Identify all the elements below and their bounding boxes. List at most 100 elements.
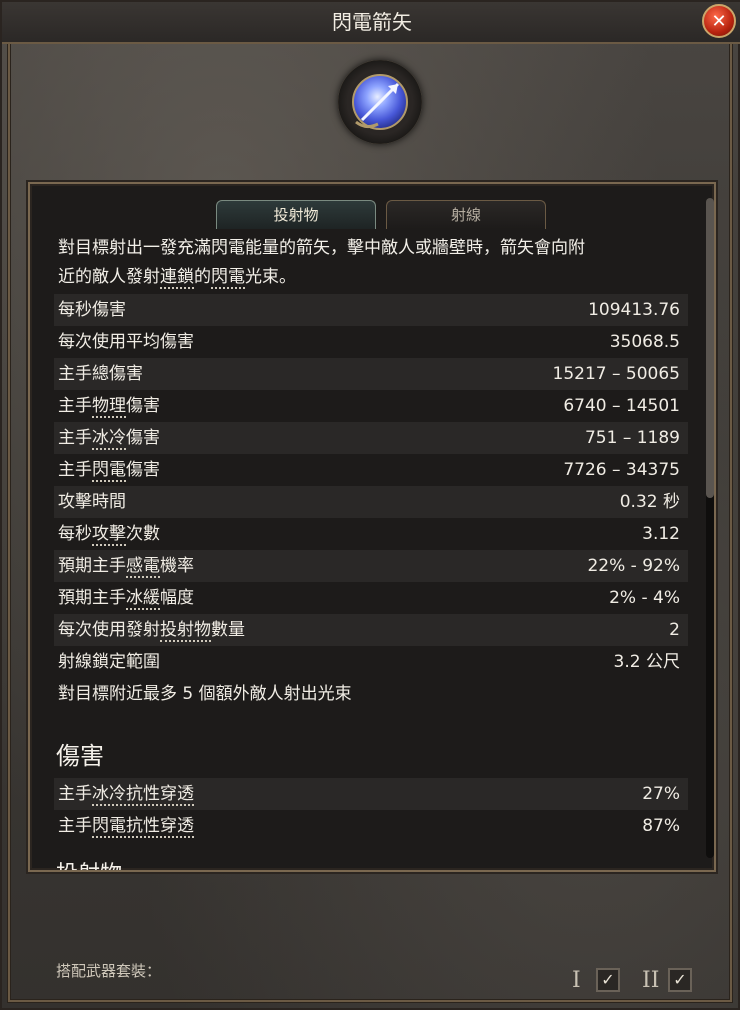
stat-label: 主手總傷害 bbox=[58, 364, 143, 384]
section-title-projectile: 投射物 bbox=[56, 856, 122, 870]
stat-label: 主手物理傷害 bbox=[58, 390, 160, 422]
window-title: 閃電箭矢 bbox=[332, 10, 412, 34]
stat-row: 攻擊時間 0.32 秒 bbox=[54, 486, 688, 518]
stat-label-text: 傷害 bbox=[126, 460, 160, 480]
stat-label: 射線鎖定範圍 bbox=[58, 652, 160, 672]
keyword-shock[interactable]: 感電 bbox=[126, 556, 160, 578]
stat-label-text: 主手 bbox=[58, 428, 92, 448]
keyword-lightning-penetration[interactable]: 閃電抗性穿透 bbox=[92, 816, 194, 838]
stat-row: 每秒攻擊次數 3.12 bbox=[54, 518, 688, 550]
stat-label: 主手閃電抗性穿透 bbox=[58, 810, 194, 842]
stat-row: 主手閃電傷害 7726 – 34375 bbox=[54, 454, 688, 486]
stat-row: 射線鎖定範圍 3.2 公尺 bbox=[54, 646, 688, 678]
stat-label: 主手冰冷傷害 bbox=[58, 422, 160, 454]
stat-row: 預期主手冰緩幅度 2% - 4% bbox=[54, 582, 688, 614]
skill-description: 對目標射出一發充滿閃電能量的箭矢，擊中敵人或牆壁時，箭矢會向附 近的敵人發射連鎖… bbox=[58, 234, 698, 292]
weapon-set-1-checkbox[interactable]: ✓ bbox=[596, 968, 620, 992]
stat-label: 每次使用平均傷害 bbox=[58, 332, 194, 352]
title-bar: 閃電箭矢 ✕ bbox=[2, 2, 740, 44]
stat-value: 27% bbox=[642, 784, 680, 804]
damage-list: 主手冰冷抗性穿透 27% 主手閃電抗性穿透 87% bbox=[54, 778, 688, 842]
stats-list: 每秒傷害 109413.76 每次使用平均傷害 35068.5 主手總傷害 15217… bbox=[54, 294, 688, 710]
keyword-lightning[interactable]: 閃電 bbox=[211, 267, 245, 289]
stat-label-text: 次數 bbox=[126, 524, 160, 544]
stat-label-text: 預期主手 bbox=[58, 588, 126, 608]
section-title-damage: 傷害 bbox=[56, 742, 104, 770]
stat-label-text: 數量 bbox=[211, 620, 245, 640]
close-icon: ✕ bbox=[711, 10, 727, 32]
stat-row: 每次使用發射投射物數量 2 bbox=[54, 614, 688, 646]
description-line-2: 近的敵人發射連鎖的閃電光束。 bbox=[58, 263, 698, 292]
stat-value: 35068.5 bbox=[609, 332, 680, 352]
stat-label-text: 主手 bbox=[58, 396, 92, 416]
stat-row: 主手物理傷害 6740 – 14501 bbox=[54, 390, 688, 422]
stat-label: 主手閃電傷害 bbox=[58, 454, 160, 486]
scrollbar[interactable] bbox=[706, 198, 714, 858]
tab-projectile[interactable]: 投射物 bbox=[216, 200, 376, 229]
keyword-attack[interactable]: 攻擊 bbox=[92, 524, 126, 546]
stat-label: 每秒傷害 bbox=[58, 300, 126, 320]
stat-value: 3.2 公尺 bbox=[613, 652, 680, 672]
weapon-set-2-label: II bbox=[642, 968, 660, 993]
stat-label-text: 傷害 bbox=[126, 428, 160, 448]
stat-row: 對目標附近最多 5 個額外敵人射出光束 bbox=[54, 678, 688, 710]
skill-window: 閃電箭矢 ✕ 投射物 射線 對目標射出一發充滿閃電能量的箭矢，擊中敵人或牆壁時，… bbox=[0, 0, 740, 1010]
keyword-physical[interactable]: 物理 bbox=[92, 396, 126, 418]
stat-row: 主手冰冷抗性穿透 27% bbox=[54, 778, 688, 810]
stat-value: 2 bbox=[669, 620, 680, 640]
keyword-projectile[interactable]: 投射物 bbox=[160, 620, 211, 642]
tab-beam[interactable]: 射線 bbox=[386, 200, 546, 229]
keyword-cold-penetration[interactable]: 冰冷抗性穿透 bbox=[92, 784, 194, 806]
stat-label: 預期主手感電機率 bbox=[58, 550, 194, 582]
stat-label-text: 預期主手 bbox=[58, 556, 126, 576]
stat-label: 預期主手冰緩幅度 bbox=[58, 582, 194, 614]
stat-value: 15217 – 50065 bbox=[552, 364, 680, 384]
stat-label-text: 傷害 bbox=[126, 396, 160, 416]
stat-label: 對目標附近最多 5 個額外敵人射出光束 bbox=[58, 684, 352, 704]
description-text: 近的敵人發射 bbox=[58, 267, 160, 287]
stat-label: 每秒攻擊次數 bbox=[58, 518, 160, 550]
stat-label-text: 主手 bbox=[58, 784, 92, 804]
keyword-lightning[interactable]: 閃電 bbox=[92, 460, 126, 482]
scroll-thumb[interactable] bbox=[706, 198, 714, 498]
weapon-set-1-label: I bbox=[572, 968, 581, 993]
weapon-set-2-checkbox[interactable]: ✓ bbox=[668, 968, 692, 992]
stat-value: 87% bbox=[642, 816, 680, 836]
stat-value: 2% - 4% bbox=[609, 588, 680, 608]
keyword-cold[interactable]: 冰冷 bbox=[92, 428, 126, 450]
stat-row: 主手總傷害 15217 – 50065 bbox=[54, 358, 688, 390]
stat-row: 主手閃電抗性穿透 87% bbox=[54, 810, 688, 842]
keyword-chain[interactable]: 連鎖 bbox=[160, 267, 194, 289]
stat-label-text: 每秒 bbox=[58, 524, 92, 544]
stat-label-text: 機率 bbox=[160, 556, 194, 576]
description-line-1: 對目標射出一發充滿閃電能量的箭矢，擊中敵人或牆壁時，箭矢會向附 bbox=[58, 238, 585, 258]
close-button[interactable]: ✕ bbox=[702, 4, 736, 38]
stat-label: 主手冰冷抗性穿透 bbox=[58, 778, 194, 810]
stat-value: 7726 – 34375 bbox=[563, 460, 680, 480]
stat-row: 主手冰冷傷害 751 – 1189 bbox=[54, 422, 688, 454]
stat-value: 22% - 92% bbox=[587, 556, 680, 576]
stat-value: 109413.76 bbox=[588, 300, 680, 320]
stat-label-text: 主手 bbox=[58, 816, 92, 836]
weapon-set-label: 搭配武器套裝： bbox=[56, 962, 162, 980]
stat-row: 每次使用平均傷害 35068.5 bbox=[54, 326, 688, 358]
stat-label-text: 每次使用發射 bbox=[58, 620, 160, 640]
stat-row: 每秒傷害 109413.76 bbox=[54, 294, 688, 326]
stat-value: 3.12 bbox=[642, 524, 680, 544]
check-icon: ✓ bbox=[601, 970, 615, 989]
stat-row: 預期主手感電機率 22% - 92% bbox=[54, 550, 688, 582]
stat-label: 攻擊時間 bbox=[58, 492, 126, 512]
check-icon: ✓ bbox=[673, 970, 687, 989]
skill-details-panel: 投射物 射線 對目標射出一發充滿閃電能量的箭矢，擊中敵人或牆壁時，箭矢會向附 近… bbox=[28, 182, 716, 872]
stat-label: 每次使用發射投射物數量 bbox=[58, 614, 245, 646]
keyword-chill[interactable]: 冰緩 bbox=[126, 588, 160, 610]
stat-value: 6740 – 14501 bbox=[563, 396, 680, 416]
stat-label-text: 主手 bbox=[58, 460, 92, 480]
description-text: 的 bbox=[194, 267, 211, 287]
stat-value: 751 – 1189 bbox=[584, 428, 680, 448]
stat-value: 0.32 秒 bbox=[619, 492, 680, 512]
skill-icon bbox=[338, 60, 422, 144]
stat-label-text: 幅度 bbox=[160, 588, 194, 608]
description-text: 光束。 bbox=[245, 267, 296, 287]
arrow-glyph-icon bbox=[355, 82, 400, 129]
